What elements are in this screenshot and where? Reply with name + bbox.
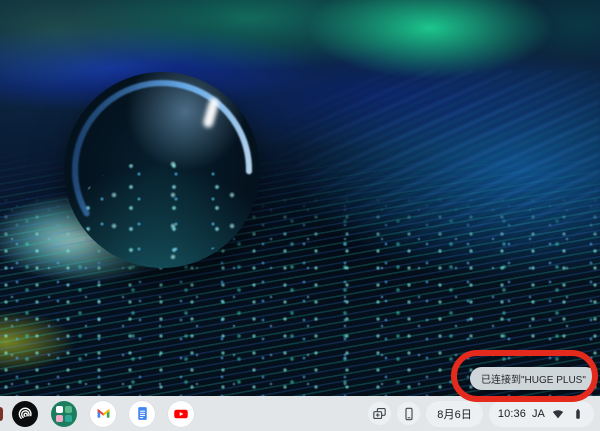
windows-plus-icon — [371, 405, 388, 422]
wifi-icon — [551, 407, 565, 421]
gmail-app-button[interactable] — [90, 401, 116, 427]
spiral-arcs-icon — [15, 404, 35, 424]
shelf-pinned-apps — [0, 396, 207, 431]
date-button[interactable]: 8月6日 — [426, 401, 483, 427]
ime-label: JA — [532, 408, 545, 420]
phone-icon — [401, 406, 417, 422]
youtube-icon — [172, 405, 190, 423]
shelf: 8月6日 10:36 JA — [0, 396, 600, 431]
cast-app-button[interactable] — [12, 401, 38, 427]
cutoff-app-icon[interactable] — [0, 407, 3, 421]
connection-toast: 已连接到"HUGE PLUS" — [470, 367, 597, 390]
toast-message: 已连接到"HUGE PLUS" — [481, 371, 586, 386]
google-docs-icon — [134, 405, 151, 422]
phone-hub-button[interactable] — [397, 402, 420, 425]
time-label: 10:36 — [498, 408, 526, 420]
quick-settings-button[interactable]: 10:36 JA — [489, 401, 594, 427]
four-shapes-icon — [56, 406, 72, 422]
desktop-wallpaper — [0, 0, 600, 396]
desks-button[interactable] — [368, 402, 391, 425]
green-shapes-app-button[interactable] — [51, 401, 77, 427]
youtube-app-button[interactable] — [168, 401, 194, 427]
battery-icon — [571, 407, 585, 421]
droplet-rim-highlight — [64, 72, 260, 268]
google-docs-app-button[interactable] — [129, 401, 155, 427]
date-label: 8月6日 — [437, 406, 472, 422]
status-tray: 8月6日 10:36 JA — [368, 396, 594, 431]
gmail-icon — [95, 405, 112, 422]
